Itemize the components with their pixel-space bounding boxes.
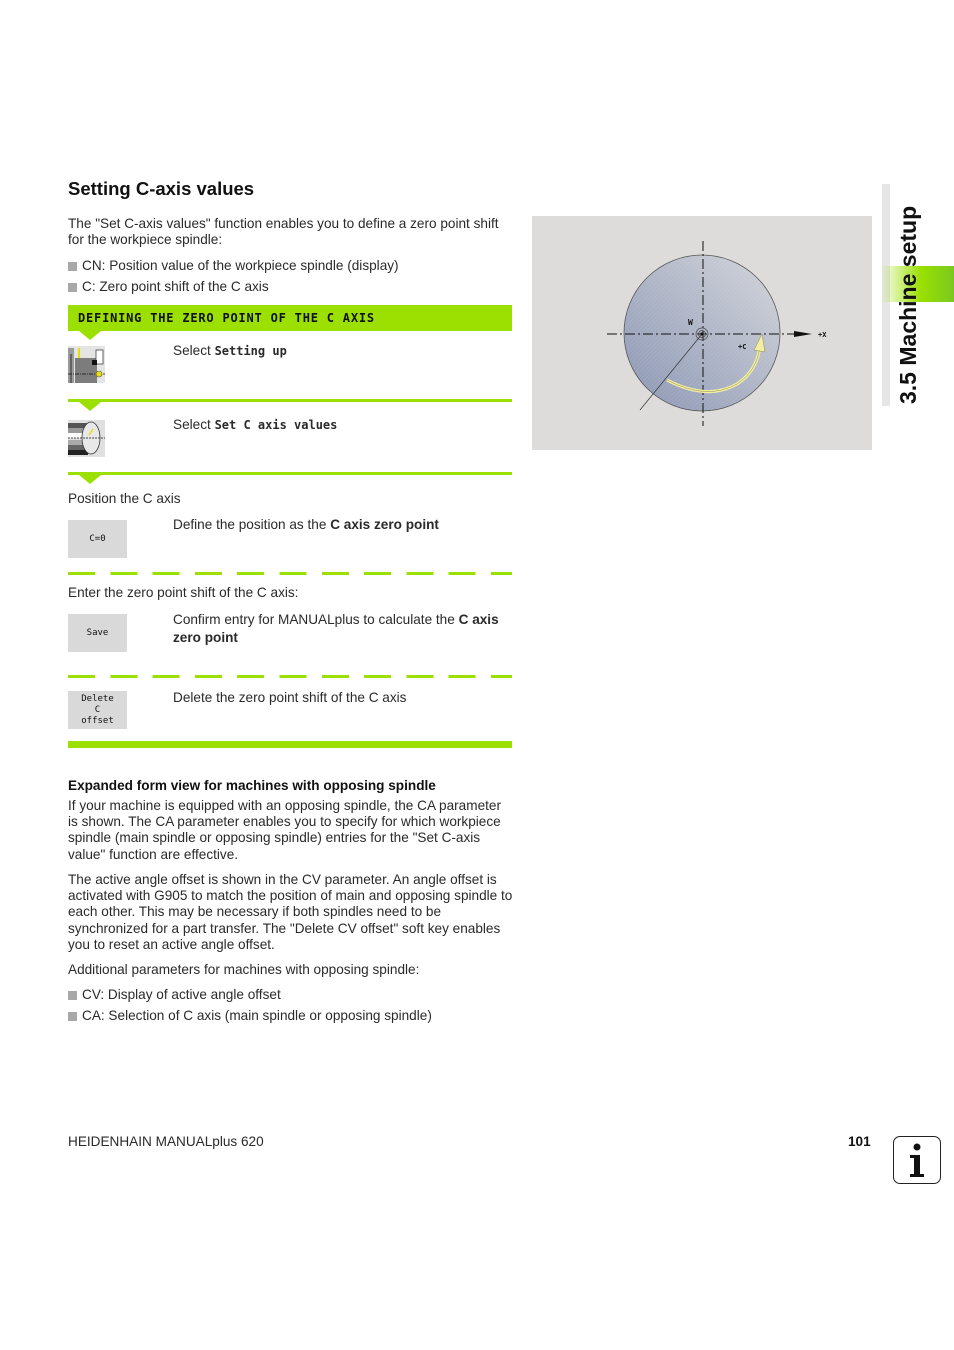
step-arrow-icon: [79, 331, 101, 340]
paragraph: If your machine is equipped with an oppo…: [68, 798, 501, 862]
softkey-label: C=0: [89, 533, 106, 544]
label-plus-c: +C: [738, 343, 746, 351]
description-text: Delete the zero point shift of the C axi…: [173, 690, 407, 705]
bullet-item: CN: Position value of the workpiece spin…: [68, 258, 399, 274]
step-prefix: Select: [173, 343, 215, 358]
procedure-banner: DEFINING THE ZERO POINT OF THE C AXIS: [68, 305, 512, 331]
step-prefix: Select: [173, 417, 215, 432]
position-label: Position the C axis: [68, 491, 181, 506]
info-icon: [893, 1136, 941, 1184]
footer-product: HEIDENHAIN MANUALplus 620: [68, 1134, 264, 1149]
dashed-divider: [68, 675, 512, 678]
c-zero-softkey[interactable]: C=0: [68, 520, 127, 558]
paragraph: The active angle offset is shown in the …: [68, 872, 513, 952]
label-plus-x: +X: [818, 331, 827, 339]
bullet-square-icon: [68, 282, 77, 292]
step-arrow-icon: [79, 402, 101, 411]
softkey-label: Delete C offset: [81, 693, 114, 726]
description-text: Define the position as the: [173, 517, 331, 532]
label-w: W: [688, 318, 693, 327]
intro-paragraph: The "Set C-axis values" function enables…: [68, 216, 499, 248]
bullet-item: CV: Display of active angle offset: [68, 987, 281, 1003]
subsection-heading: Expanded form view for machines with opp…: [68, 778, 436, 793]
setting-up-icon: [68, 346, 105, 383]
step-divider: [68, 472, 512, 475]
chapter-title: 3.5 Machine setup: [895, 205, 921, 404]
softkey-description: Delete the zero point shift of the C axi…: [173, 689, 503, 707]
bullet-text: CN: Position value of the workpiece spin…: [82, 258, 399, 273]
bullet-text: CV: Display of active angle offset: [82, 987, 281, 1002]
softkey-description: Confirm entry for MANUALplus to calculat…: [173, 611, 503, 647]
dashed-divider: [68, 572, 512, 575]
x-axis-arrow-icon: [794, 331, 812, 337]
enter-label: Enter the zero point shift of the C axis…: [68, 585, 299, 600]
bullet-item: CA: Selection of C axis (main spindle or…: [68, 1008, 432, 1024]
delete-c-offset-softkey[interactable]: Delete C offset: [68, 691, 127, 729]
description-text: Confirm entry for MANUALplus to calculat…: [173, 612, 459, 627]
page-number: 101: [848, 1134, 871, 1149]
step-arrow-icon: [79, 475, 101, 484]
softkey-label: Save: [86, 627, 109, 638]
bullet-item: C: Zero point shift of the C axis: [68, 279, 269, 295]
bullet-square-icon: [68, 261, 77, 271]
step-command: Setting up: [214, 344, 287, 358]
step-divider: [68, 399, 512, 402]
section-title: Setting C-axis values: [68, 178, 255, 199]
procedure-end-bar: [68, 741, 512, 748]
bullet-square-icon: [68, 990, 77, 1000]
softkey-description: Define the position as the C axis zero p…: [173, 516, 503, 534]
bullet-square-icon: [68, 1011, 77, 1021]
description-bold: C axis zero point: [330, 517, 439, 532]
bullet-text: C: Zero point shift of the C axis: [82, 279, 269, 294]
paragraph: Additional parameters for machines with …: [68, 962, 420, 977]
set-c-axis-values-icon: [68, 420, 105, 457]
step-instruction: Select Setting up: [173, 342, 287, 360]
save-softkey[interactable]: Save: [68, 614, 127, 652]
bullet-text: CA: Selection of C axis (main spindle or…: [82, 1008, 432, 1023]
c-axis-figure: W +C +X: [532, 216, 872, 450]
procedure-banner-text: DEFINING THE ZERO POINT OF THE C AXIS: [78, 311, 375, 325]
step-instruction: Select Set C axis values: [173, 416, 337, 434]
step-command: Set C axis values: [214, 418, 338, 432]
